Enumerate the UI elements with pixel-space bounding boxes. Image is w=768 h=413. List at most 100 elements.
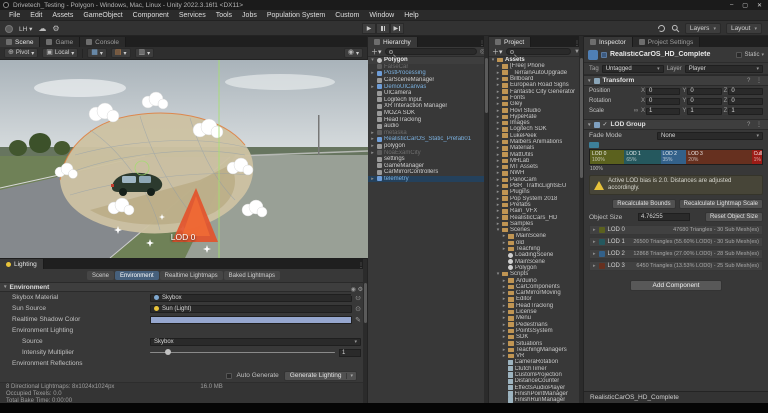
menu-item[interactable]: Services — [174, 12, 211, 19]
foldout-arrow[interactable]: ▸ — [496, 170, 500, 176]
lod-segment[interactable]: LOD 0 100% — [590, 150, 624, 164]
foldout-arrow[interactable]: ▸ — [502, 328, 506, 334]
foldout-arrow[interactable]: ▸ — [502, 233, 506, 239]
maximize-button[interactable]: ▢ — [742, 2, 748, 9]
foldout-arrow[interactable]: ▸ — [502, 347, 506, 353]
sun-source-field[interactable]: Sun (Light) — [150, 305, 352, 313]
play-button[interactable]: ▶ — [362, 23, 376, 34]
foldout-arrow[interactable]: ▸ — [502, 278, 506, 284]
pause-button[interactable] — [376, 23, 390, 34]
recalculate-bounds-button[interactable]: Recalculate Bounds — [612, 199, 675, 209]
auto-generate-checkbox[interactable] — [226, 373, 232, 379]
foldout-arrow[interactable]: ▸ — [502, 246, 506, 252]
layers-dropdown[interactable]: Layers▾ — [685, 23, 721, 34]
foldout-arrow[interactable]: ▸ — [496, 139, 500, 145]
foldout-arrow[interactable]: ▸ — [496, 63, 500, 69]
hierarchy-item[interactable]: ▸ NoaExamCity — [368, 149, 488, 156]
y-field[interactable]: 0 — [687, 88, 721, 95]
view-tab[interactable]: Scene — [0, 37, 40, 47]
scene-viewport[interactable]: LOD 0 — [0, 60, 368, 258]
hierarchy-item[interactable]: CarSceneManager — [368, 77, 488, 84]
skybox-material-field[interactable]: Skybox — [150, 294, 352, 302]
component-menu-icons[interactable]: ? ⋮ — [747, 77, 764, 84]
x-field[interactable]: 1 — [646, 108, 680, 115]
lighting-mode-tab[interactable]: Scene — [87, 271, 114, 280]
foldout-arrow[interactable]: ▸ — [496, 82, 500, 88]
inspector-tab[interactable]: Inspector — [584, 37, 633, 47]
foldout-arrow[interactable]: ▸ — [496, 221, 500, 227]
x-field[interactable]: 0 — [646, 88, 680, 95]
source-dropdown[interactable]: Skybox▾ — [150, 338, 361, 346]
hierarchy-item[interactable]: ▸ telemetry — [368, 176, 488, 183]
x-field[interactable]: 0 — [646, 98, 680, 105]
project-item[interactable]: ▸ Fantastic City Generator — [489, 88, 583, 94]
foldout-arrow[interactable]: ▸ — [502, 290, 506, 296]
foldout-arrow[interactable]: ▸ — [502, 284, 506, 290]
lighting-scrollbar[interactable] — [363, 259, 367, 403]
inspector-tab[interactable]: Project Settings — [633, 37, 701, 47]
foldout-arrow[interactable]: ▸ — [496, 196, 500, 202]
search-icon[interactable] — [671, 24, 680, 33]
hierarchy-item[interactable]: ▸ polygon — [368, 143, 488, 150]
foldout-arrow[interactable]: ▸ — [370, 130, 375, 136]
lighting-mode-tab[interactable]: Environment — [115, 271, 159, 280]
hierarchy-item[interactable]: ▸ PostProcessing — [368, 70, 488, 77]
foldout-arrow[interactable]: ▸ — [502, 322, 506, 328]
hierarchy-item[interactable]: ▾ Polygon — [368, 57, 488, 64]
static-toggle[interactable]: Static ▾ — [736, 52, 764, 58]
lighting-mode-tab[interactable]: Realtime Lightmaps — [160, 271, 223, 280]
menu-item[interactable]: Help — [399, 12, 423, 19]
hierarchy-item[interactable]: settings — [368, 156, 488, 163]
hierarchy-item[interactable]: HeadTracking — [368, 116, 488, 123]
hierarchy-item[interactable]: UICamera — [368, 90, 488, 97]
foldout-arrow[interactable]: ▸ — [502, 303, 506, 309]
foldout-arrow[interactable]: ▸ — [496, 202, 500, 208]
foldout-arrow[interactable]: ▸ — [496, 76, 500, 82]
foldout-arrow[interactable]: ▸ — [496, 189, 500, 195]
menu-item[interactable]: Component — [128, 12, 174, 19]
foldout-arrow[interactable]: ▾ — [370, 57, 375, 63]
step-button[interactable]: ▶ — [390, 23, 404, 34]
menu-item[interactable]: File — [4, 12, 25, 19]
intensity-slider[interactable] — [150, 352, 335, 354]
foldout-arrow[interactable]: ▸ — [496, 177, 500, 183]
foldout-arrow[interactable]: ▸ — [502, 353, 506, 359]
menu-item[interactable]: Custom — [330, 12, 364, 19]
foldout-arrow[interactable]: ▸ — [502, 315, 506, 321]
services-gear-icon[interactable]: ⚙ — [52, 24, 59, 34]
object-picker-icon[interactable]: ⊙ — [355, 305, 361, 313]
project-search-input[interactable] — [506, 48, 572, 55]
foldout-arrow[interactable]: ▸ — [496, 215, 500, 221]
gameobject-name[interactable]: RealisticCarOS_HD_Complete — [610, 51, 733, 58]
active-checkbox[interactable] — [601, 52, 607, 58]
foldout-arrow[interactable]: ▸ — [496, 164, 500, 170]
lod-segment[interactable]: LOD 1 65% — [624, 150, 660, 164]
foldout-arrow[interactable]: ▸ — [370, 84, 375, 90]
foldout-arrow[interactable]: ▸ — [502, 334, 506, 340]
menu-item[interactable]: Population System — [262, 12, 330, 19]
tool-handle-rotation-dropdown[interactable]: ▣Local▾ — [42, 48, 78, 58]
hierarchy-item[interactable]: GameManager — [368, 163, 488, 170]
slider-handle[interactable] — [165, 349, 171, 355]
lod-row[interactable]: ▸ LOD 1 26500 Triangles (55.60% LOD0) - … — [589, 237, 763, 247]
lod-row[interactable]: ▸ LOD 3 6450 Triangles (13.53% LOD0) - 2… — [589, 261, 763, 271]
shadow-color-swatch[interactable] — [150, 316, 352, 324]
hierarchy-item[interactable]: MOZA SDK — [368, 110, 488, 117]
z-field[interactable]: 1 — [728, 108, 763, 115]
project-scrollbar[interactable] — [579, 36, 583, 403]
foldout-arrow[interactable]: ▸ — [496, 101, 500, 107]
foldout-arrow[interactable]: ▸ — [370, 143, 375, 149]
view-tab[interactable]: Console — [80, 37, 126, 47]
foldout-arrow[interactable]: ▸ — [496, 114, 500, 120]
foldout-arrow[interactable]: ▸ — [496, 145, 500, 151]
minimize-button[interactable]: – — [730, 2, 733, 9]
lighting-mode-tab[interactable]: Baked Lightmaps — [224, 271, 280, 280]
foldout-arrow[interactable]: ▸ — [496, 95, 500, 101]
grid-snapping-button[interactable]: ▦▾ — [87, 48, 107, 58]
foldout-arrow[interactable]: ▾ — [496, 227, 500, 233]
hierarchy-item[interactable]: audio — [368, 123, 488, 130]
foldout-arrow[interactable]: ▸ — [496, 133, 500, 139]
view-tab[interactable]: Game — [40, 37, 80, 47]
foldout-arrow[interactable]: ▸ — [496, 89, 500, 95]
foldout-arrow[interactable]: ▾ — [491, 57, 495, 63]
